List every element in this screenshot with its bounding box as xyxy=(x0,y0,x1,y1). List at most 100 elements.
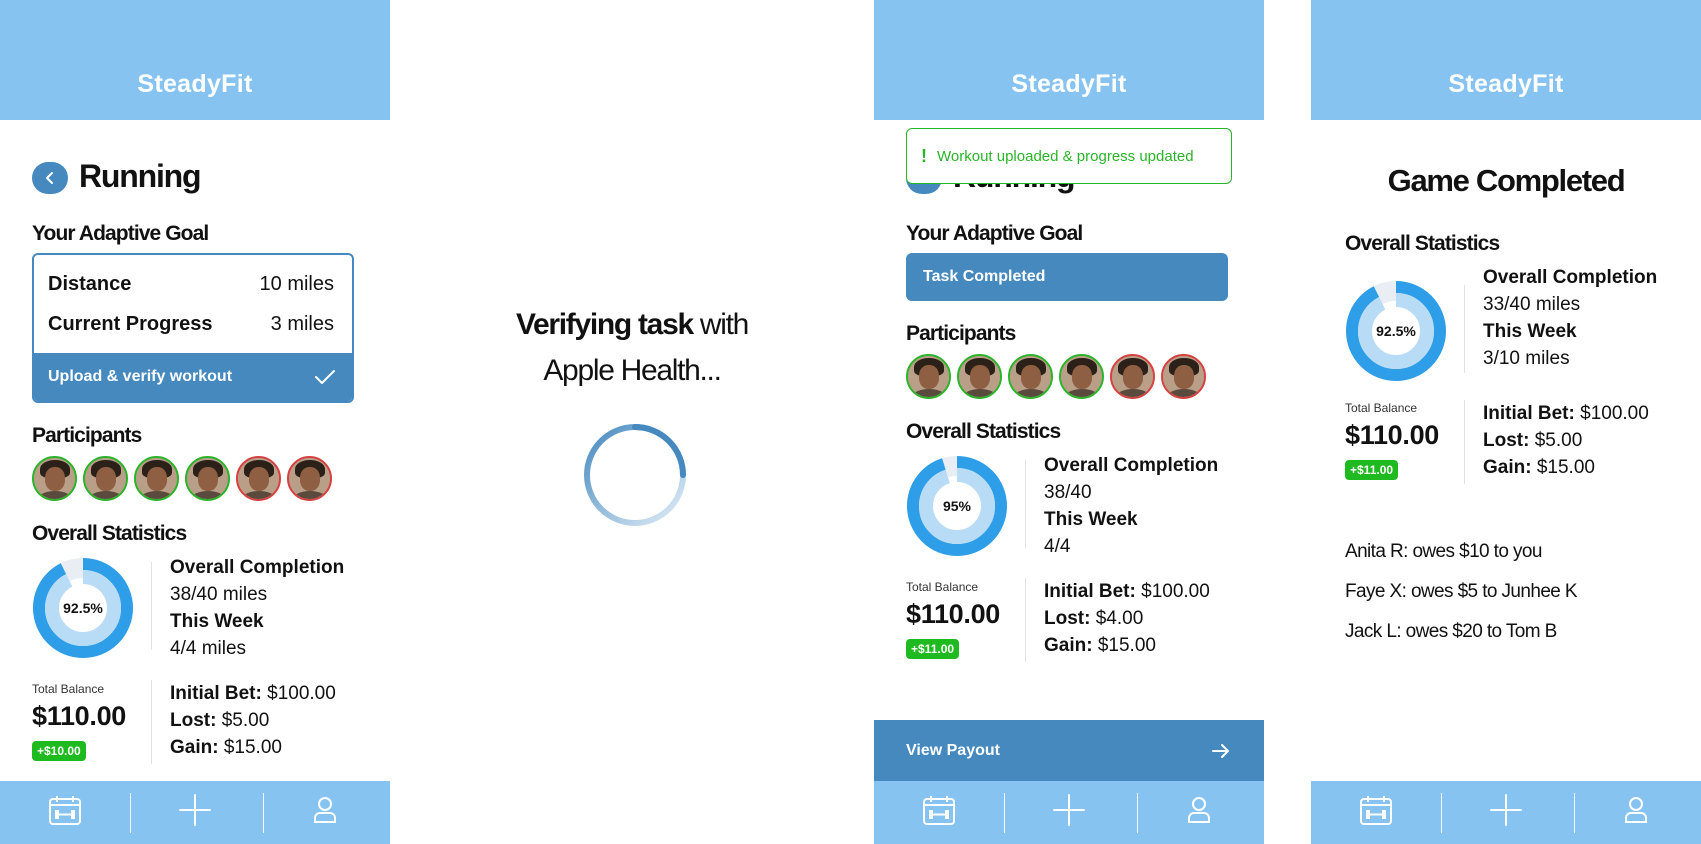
participants-heading: Participants xyxy=(32,424,142,447)
app-header: SteadyFit xyxy=(1311,0,1701,120)
profile-icon xyxy=(1623,795,1649,830)
balance-breakdown: Initial Bet: $100.00 Lost: $5.00 Gain: $… xyxy=(1483,400,1649,481)
overall-completion-value: 38/40 xyxy=(1044,482,1092,503)
game-completed-screen: SteadyFit Game Completed Overall Statist… xyxy=(1311,0,1701,844)
tab-plus[interactable] xyxy=(1441,781,1571,844)
avatar[interactable] xyxy=(83,456,128,501)
total-balance-label: Total Balance xyxy=(1345,401,1418,415)
goal-label: Current Progress xyxy=(48,313,213,335)
lost-label: Lost: xyxy=(170,710,217,731)
goal-row-distance: Distance 10 miles xyxy=(48,273,334,296)
gain-label: Gain: xyxy=(1044,635,1093,656)
avatar[interactable] xyxy=(1008,354,1053,399)
donut-percent: 92.5% xyxy=(63,600,103,616)
success-toast: ! Workout uploaded & progress updated xyxy=(906,128,1232,184)
plus-icon xyxy=(1052,793,1086,832)
lost-value: $5.00 xyxy=(1534,430,1583,451)
gain-label: Gain: xyxy=(1483,457,1532,478)
plus-icon xyxy=(1489,793,1523,832)
avatar[interactable] xyxy=(185,456,230,501)
tab-calendar-fitness[interactable] xyxy=(0,781,130,844)
gain-label: Gain: xyxy=(170,737,219,758)
page-title: Running xyxy=(79,158,202,194)
completion-stats: Overall Completion 38/40 This Week 4/4 xyxy=(1044,452,1218,560)
upload-verify-button[interactable]: Upload & verify workout xyxy=(34,353,352,401)
lost-value: $5.00 xyxy=(221,710,270,731)
avatar[interactable] xyxy=(1110,354,1155,399)
donut-percent: 92.5% xyxy=(1376,323,1416,339)
app-title: SteadyFit xyxy=(1011,70,1127,98)
total-balance-value: $110.00 xyxy=(1345,420,1440,450)
divider xyxy=(1025,460,1026,548)
tab-separator xyxy=(1137,793,1138,833)
divider xyxy=(151,562,152,650)
debt-line: Jack L: owes $20 to Tom B xyxy=(1345,621,1557,642)
divider xyxy=(151,680,152,764)
avatar[interactable] xyxy=(906,354,951,399)
avatar[interactable] xyxy=(287,456,332,501)
tab-profile[interactable] xyxy=(1134,781,1264,844)
overall-completion-value: 33/40 miles xyxy=(1483,294,1581,315)
tab-plus[interactable] xyxy=(1004,781,1134,844)
stats-heading: Overall Statistics xyxy=(906,420,1061,443)
goal-heading: Your Adaptive Goal xyxy=(906,222,1083,245)
tab-separator xyxy=(1574,793,1575,833)
balance-change-badge: +$11.00 xyxy=(1345,460,1399,480)
initial-bet-value: $100.00 xyxy=(1580,403,1649,424)
tab-calendar-fitness[interactable] xyxy=(1311,781,1441,844)
initial-bet-label: Initial Bet: xyxy=(1044,581,1136,602)
arrow-right-icon xyxy=(1212,743,1229,758)
profile-icon xyxy=(1186,795,1212,830)
tab-profile[interactable] xyxy=(260,781,390,844)
avatar[interactable] xyxy=(32,456,77,501)
app-title: SteadyFit xyxy=(137,70,253,98)
upload-verify-label: Upload & verify workout xyxy=(48,368,233,385)
tab-bar xyxy=(0,781,390,844)
total-balance-label: Total Balance xyxy=(906,580,979,594)
avatar[interactable] xyxy=(1059,354,1104,399)
avatar[interactable] xyxy=(1161,354,1206,399)
avatar[interactable] xyxy=(957,354,1002,399)
tab-calendar-fitness[interactable] xyxy=(874,781,1004,844)
back-button[interactable] xyxy=(32,162,68,194)
verifying-screen: Verifying task with Apple Health... xyxy=(390,0,874,844)
avatar[interactable] xyxy=(134,456,179,501)
stats-heading: Overall Statistics xyxy=(32,522,187,545)
calendar-fitness-icon xyxy=(1358,793,1394,832)
balance-breakdown: Initial Bet: $100.00 Lost: $5.00 Gain: $… xyxy=(170,680,336,761)
participants-list xyxy=(906,354,1206,399)
avatar[interactable] xyxy=(236,456,281,501)
goal-heading: Your Adaptive Goal xyxy=(32,222,209,245)
app-header: SteadyFit xyxy=(874,0,1264,120)
completion-stats: Overall Completion 38/40 miles This Week… xyxy=(170,554,344,662)
page-title: Game Completed xyxy=(1387,163,1626,198)
loading-spinner-icon xyxy=(584,424,686,526)
view-payout-label: View Payout xyxy=(906,741,1000,759)
view-payout-button[interactable]: View Payout xyxy=(874,720,1264,781)
this-week-label: This Week xyxy=(1483,321,1577,342)
goal-value: 3 miles xyxy=(270,313,334,335)
stats-heading: Overall Statistics xyxy=(1345,232,1500,255)
tab-bar xyxy=(874,781,1264,844)
tab-bar xyxy=(1311,781,1701,844)
lost-label: Lost: xyxy=(1044,608,1091,629)
divider xyxy=(1464,400,1465,484)
this-week-value: 3/10 miles xyxy=(1483,348,1570,369)
balance-change-badge: +$11.00 xyxy=(906,639,960,659)
debt-line: Anita R: owes $10 to you xyxy=(1345,541,1542,562)
tab-plus[interactable] xyxy=(130,781,260,844)
chevron-left-icon xyxy=(46,172,53,184)
verify-line-1: Verifying task with xyxy=(390,308,874,342)
initial-bet-label: Initial Bet: xyxy=(1483,403,1575,424)
balance-change-badge: +$10.00 xyxy=(32,741,86,761)
verify-bold: Verifying task xyxy=(515,308,694,341)
participants-list xyxy=(32,456,332,501)
tab-profile[interactable] xyxy=(1571,781,1701,844)
verify-line-2: Apple Health... xyxy=(543,354,722,387)
goal-row-progress: Current Progress 3 miles xyxy=(48,313,334,336)
gain-value: $15.00 xyxy=(1097,635,1156,656)
overall-completion-value: 38/40 miles xyxy=(170,584,268,605)
total-balance-value: $110.00 xyxy=(906,599,1001,629)
divider xyxy=(1464,285,1465,373)
goal-label: Distance xyxy=(48,273,132,295)
